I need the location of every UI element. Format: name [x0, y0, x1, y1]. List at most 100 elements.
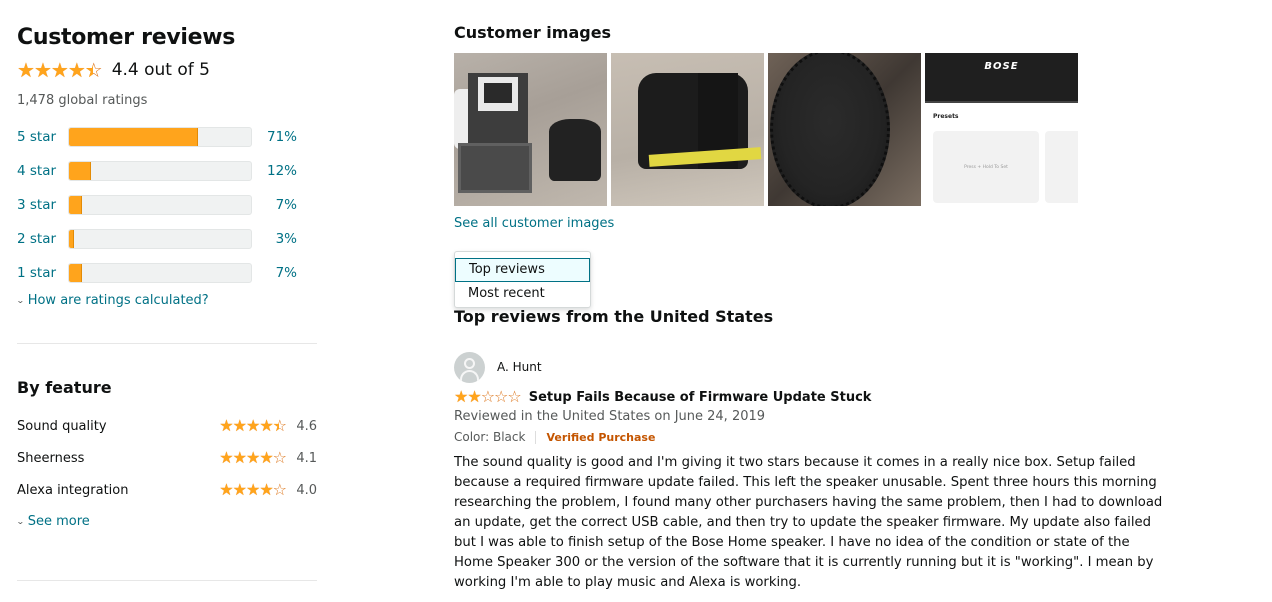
feature-row-sheerness: Sheerness ★ ★ ★ ★ ☆ 4.1 [17, 448, 317, 468]
star-full-icon: ★ [232, 480, 247, 499]
customer-image-thumbnail-app-screenshot[interactable]: BOSE Presets Press + Hold To Set [925, 53, 1078, 206]
how-ratings-calculated-toggle[interactable]: ⌄ How are ratings calculated? [15, 293, 209, 308]
histogram-bar[interactable] [68, 127, 252, 147]
review-title-row[interactable]: ★ ★ ☆ ☆ ☆ Setup Fails Because of Firmware Up… [454, 389, 871, 405]
how-ratings-calculated-link[interactable]: How are ratings calculated? [28, 293, 209, 308]
section-divider [17, 343, 317, 344]
star-full-icon: ★ [17, 58, 35, 82]
review-body-line: but I was able to finish setup of the Bo… [454, 535, 1130, 550]
star-empty-icon: ☆ [272, 448, 287, 467]
histogram-row-2-star[interactable]: 2 star 3% [17, 229, 317, 249]
review-body-line: an update, get the correct USB cable, an… [454, 515, 1151, 530]
chevron-down-icon: ⌄ [15, 296, 25, 305]
sort-option-most-recent[interactable]: Most recent [455, 282, 590, 306]
star-full-icon: ★ [219, 416, 233, 435]
image-detail: BOSE [925, 53, 1078, 103]
review-item: A. Hunt ★ ★ ☆ ☆ ☆ Setup Fails Because of Fir… [454, 351, 1162, 590]
by-feature-heading: By feature [17, 378, 112, 397]
star-full-icon: ★ [232, 416, 247, 435]
review-body: The sound quality is good and I'm giving… [454, 453, 1163, 593]
review-body-line: The sound quality is good and I'm giving… [454, 455, 1136, 470]
star-empty-icon: ☆ [494, 387, 508, 406]
global-ratings-count: 1,478 global ratings [17, 93, 148, 108]
image-detail [770, 53, 890, 206]
histogram-bar[interactable] [68, 229, 252, 249]
customer-image-thumbnail-speaker-measured[interactable] [611, 53, 764, 206]
review-title[interactable]: Setup Fails Because of Firmware Update S… [529, 390, 872, 405]
review-meta: Color: Black Verified Purchase [454, 430, 655, 444]
feature-name: Sheerness [17, 450, 85, 466]
review-body-line: working I'm able to play music and Alexa… [454, 575, 802, 590]
histogram-row-5-star[interactable]: 5 star 71% [17, 127, 317, 147]
histogram-label[interactable]: 1 star [17, 265, 68, 281]
feature-row-sound-quality: Sound quality ★★★★☆ 4.6 [17, 416, 317, 436]
presets-label: Presets [933, 113, 959, 120]
review-date: Reviewed in the United States on June 24… [454, 409, 766, 424]
top-reviews-heading: Top reviews from the United States [454, 307, 774, 326]
histogram-percent[interactable]: 71% [252, 129, 297, 145]
star-full-icon: ★ [232, 448, 247, 467]
reviewer-name[interactable]: A. Hunt [497, 360, 542, 374]
review-body-line: because a required firmware update faile… [454, 475, 1157, 490]
feature-stars-icon: ★★★★☆ [219, 416, 287, 435]
preset-card [1045, 131, 1078, 203]
histogram-label[interactable]: 2 star [17, 231, 68, 247]
star-full-icon: ★ [259, 480, 273, 499]
histogram-row-1-star[interactable]: 1 star 7% [17, 263, 317, 283]
see-more-link[interactable]: See more [28, 514, 90, 529]
review-body-line: Home Speaker 300 or the version of the s… [454, 555, 1154, 570]
histogram-bar[interactable] [68, 161, 252, 181]
feature-row-alexa-integration: Alexa integration ★ ★ ★ ★ ☆ 4.0 [17, 480, 317, 500]
feature-stars-icon: ★★★★☆ [219, 448, 287, 467]
star-full-icon: ★ [467, 387, 481, 406]
histogram-label[interactable]: 3 star [17, 197, 68, 213]
histogram-label[interactable]: 4 star [17, 163, 68, 179]
histogram-bar-fill [69, 264, 82, 282]
histogram-bar-fill [69, 162, 91, 180]
customer-image-thumbnail-speaker-top[interactable] [768, 53, 921, 206]
star-full-icon: ★ [33, 58, 52, 82]
sort-option-top-reviews[interactable]: Top reviews [455, 258, 590, 282]
star-full-icon: ★ [219, 480, 233, 499]
overall-rating-text: 4.4 out of 5 [111, 60, 210, 80]
star-full-icon: ★ [245, 448, 260, 467]
see-more-features-toggle[interactable]: ⌄ See more [15, 514, 90, 529]
histogram-row-3-star[interactable]: 3 star 7% [17, 195, 317, 215]
bose-logo: BOSE [984, 61, 1019, 72]
product-color[interactable]: Color: Black [454, 430, 525, 444]
histogram-percent[interactable]: 7% [252, 265, 297, 281]
histogram-label[interactable]: 5 star [17, 129, 68, 145]
star-half-icon: ☆ [85, 60, 103, 80]
histogram-bar[interactable] [68, 263, 252, 283]
avatar-icon[interactable] [454, 351, 485, 383]
histogram-bar[interactable] [68, 195, 252, 215]
star-full-icon: ★ [219, 448, 233, 467]
histogram-percent[interactable]: 12% [252, 163, 297, 179]
feature-rating: 4.6 [296, 418, 317, 434]
star-full-icon: ★ [259, 416, 273, 435]
histogram-row-4-star[interactable]: 4 star 12% [17, 161, 317, 181]
image-detail [549, 119, 601, 181]
star-full-icon: ★ [50, 58, 69, 82]
star-full-icon: ★ [67, 58, 86, 82]
star-empty-icon: ☆ [480, 387, 495, 406]
sort-reviews-dropdown-menu[interactable]: Top reviews Most recent [454, 251, 591, 308]
star-full-icon: ★ [245, 480, 260, 499]
star-full-icon: ★ [245, 416, 260, 435]
histogram-percent[interactable]: 3% [252, 231, 297, 247]
meta-divider [535, 430, 537, 444]
customer-image-thumbnail-unboxing[interactable] [454, 53, 607, 206]
chevron-down-icon: ⌄ [15, 517, 25, 526]
histogram-percent[interactable]: 7% [252, 197, 297, 213]
see-all-customer-images-link[interactable]: See all customer images [454, 216, 614, 231]
histogram-bar-fill [69, 230, 75, 248]
customer-reviews-heading: Customer reviews [17, 25, 236, 50]
image-detail [458, 143, 532, 193]
feature-name: Alexa integration [17, 482, 129, 498]
star-full-icon: ★ [454, 387, 468, 406]
review-body-line: researching the problem, I found many ot… [454, 495, 1163, 510]
histogram-bar-fill [69, 128, 199, 146]
feature-name: Sound quality [17, 418, 107, 434]
overall-rating[interactable]: ★★★★☆ 4.4 out of 5 [17, 60, 210, 80]
reviewer-profile[interactable]: A. Hunt [454, 351, 1154, 383]
